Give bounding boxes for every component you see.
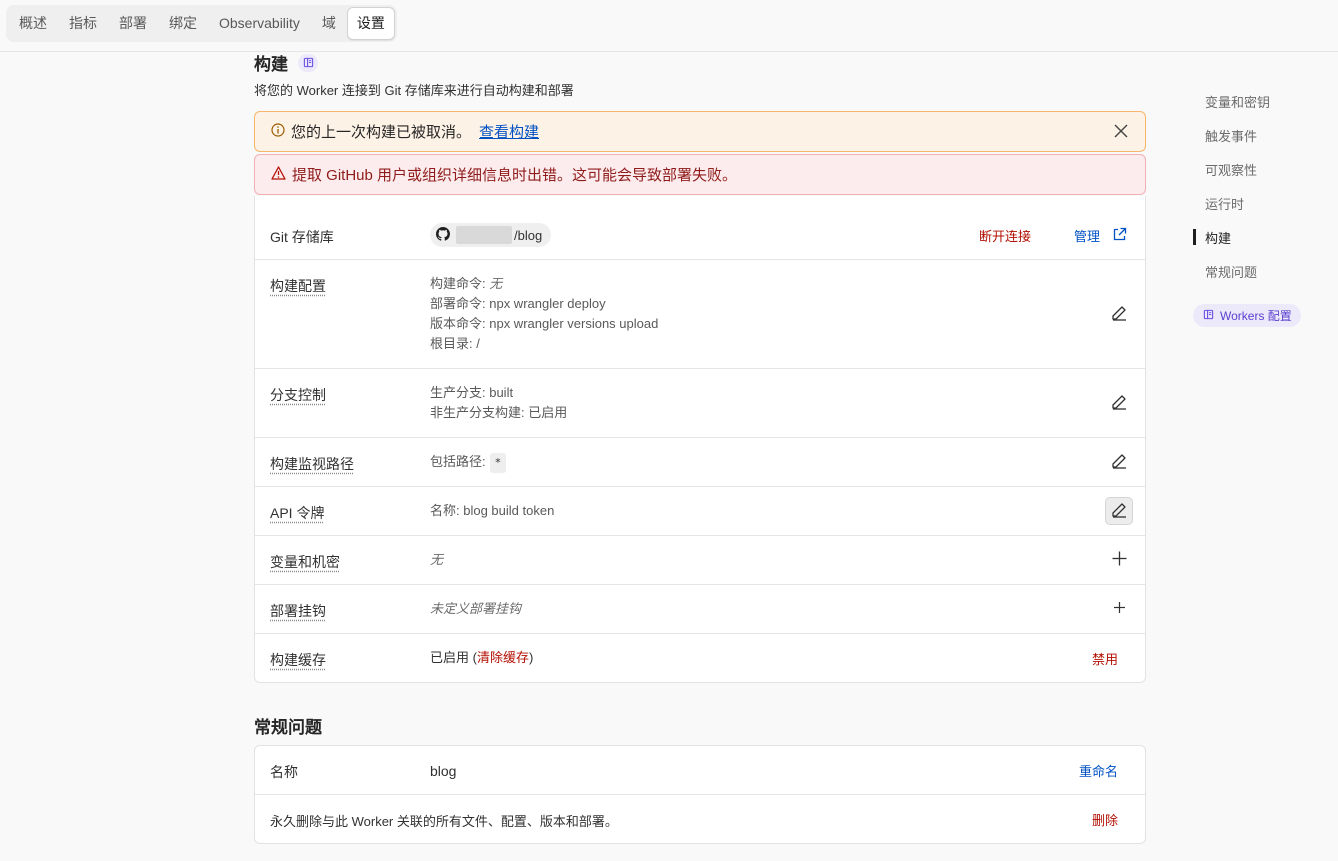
top-tab-bar: 概述 指标 部署 绑定 Observability 域 设置 (0, 0, 1338, 52)
nav-runtime[interactable]: 运行时 (1205, 194, 1244, 213)
branch-control-label[interactable]: 分支控制 (270, 385, 326, 405)
build-cache-label[interactable]: 构建缓存 (270, 650, 326, 670)
build-settings-card: Git 存储库 /blog 断开连接 管理 构建配置 构建命令: 无 部署命令:… (254, 196, 1146, 683)
github-icon (436, 226, 450, 244)
tab-bindings[interactable]: 绑定 (158, 7, 208, 40)
nav-build[interactable]: 构建 (1205, 228, 1231, 247)
disable-cache-button[interactable]: 禁用 (1092, 649, 1118, 668)
external-link-icon (1112, 227, 1127, 245)
repo-name: /blog (514, 227, 543, 243)
worker-name-value: blog (430, 763, 457, 779)
manage-link[interactable]: 管理 (1074, 226, 1127, 245)
worker-name-label: 名称 (270, 764, 298, 780)
tab-domains[interactable]: 域 (311, 7, 347, 40)
watch-paths-row: 构建监视路径 包括路径: * (255, 438, 1145, 487)
add-variable-button[interactable] (1105, 546, 1133, 574)
build-variables-value: 无 (430, 552, 444, 567)
nav-triggers[interactable]: 触发事件 (1205, 126, 1257, 145)
nav-general[interactable]: 常规问题 (1205, 262, 1257, 281)
tab-overview[interactable]: 概述 (8, 7, 58, 40)
build-title-text: 构建 (254, 55, 288, 74)
pencil-icon (1111, 501, 1128, 521)
plus-icon (1111, 550, 1128, 570)
nav-active-indicator (1193, 229, 1196, 245)
deploy-hooks-label[interactable]: 部署挂钩 (270, 601, 326, 621)
watch-paths-value: 包括路径: * (430, 452, 507, 473)
tab-metrics[interactable]: 指标 (58, 7, 108, 40)
delete-button[interactable]: 删除 (1092, 810, 1118, 829)
general-section-title: 常规问题 (254, 718, 322, 737)
redacted-owner (456, 226, 512, 244)
tab-settings[interactable]: 设置 (346, 7, 395, 40)
api-token-value: 名称: blog build token (430, 503, 555, 518)
view-build-link[interactable]: 查看构建 (479, 121, 539, 142)
build-section-title: 构建 (254, 50, 318, 75)
git-repo-label: Git 存储库 (270, 229, 334, 245)
build-config-row: 构建配置 构建命令: 无 部署命令: npx wrangler deploy 版… (255, 260, 1145, 369)
branch-control-values: 生产分支: built 非生产分支构建: 已启用 (430, 383, 567, 423)
github-error-alert: 提取 GitHub 用户或组织详细信息时出错。这可能会导致部署失败。 (254, 154, 1146, 195)
general-card: 名称 blog 重命名 永久删除与此 Worker 关联的所有文件、配置、版本和… (254, 745, 1146, 844)
pencil-icon (1111, 304, 1128, 324)
pencil-icon (1111, 393, 1128, 413)
build-command-line: 构建命令: 无 (430, 276, 503, 291)
git-repo-row: Git 存储库 /blog 断开连接 管理 (255, 196, 1145, 260)
deploy-hooks-row: 部署挂钩 未定义部署挂钩 (255, 585, 1145, 634)
edit-watch-paths-button[interactable] (1105, 448, 1133, 476)
worker-name-row: 名称 blog 重命名 (255, 746, 1145, 795)
info-icon (271, 122, 285, 141)
add-deploy-hook-button[interactable] (1105, 595, 1133, 623)
tab-list: 概述 指标 部署 绑定 Observability 域 设置 (6, 5, 397, 42)
version-command-line: 版本命令: npx wrangler versions upload (430, 316, 659, 331)
edit-api-token-button[interactable] (1105, 497, 1133, 525)
plus-icon (1113, 601, 1126, 617)
manage-label: 管理 (1074, 229, 1101, 244)
api-token-row: API 令牌 名称: blog build token (255, 487, 1145, 536)
edit-branch-control-button[interactable] (1105, 389, 1133, 417)
build-variables-row: 变量和机密 无 (255, 536, 1145, 585)
branch-control-row: 分支控制 生产分支: built 非生产分支构建: 已启用 (255, 369, 1145, 438)
docs-icon[interactable] (298, 53, 318, 72)
clear-cache-link[interactable]: 清除缓存 (477, 650, 529, 665)
delete-worker-text: 永久删除与此 Worker 关联的所有文件、配置、版本和部署。 (270, 814, 618, 829)
pencil-icon (1111, 452, 1128, 472)
api-token-label[interactable]: API 令牌 (270, 503, 324, 523)
repo-chip[interactable]: /blog (430, 223, 552, 247)
alert-error-text: 提取 GitHub 用户或组织详细信息时出错。这可能会导致部署失败。 (292, 167, 738, 184)
build-cancelled-alert: 您的上一次构建已被取消。 查看构建 (254, 111, 1146, 152)
root-dir-line: 根目录: / (430, 336, 480, 351)
nav-observability[interactable]: 可观察性 (1205, 160, 1257, 179)
build-description: 将您的 Worker 连接到 Git 存储库来进行自动构建和部署 (254, 83, 574, 98)
build-config-label[interactable]: 构建配置 (270, 276, 326, 296)
nonprod-branch-line: 非生产分支构建: 已启用 (430, 405, 568, 420)
watch-paths-label[interactable]: 构建监视路径 (270, 454, 354, 474)
tab-observability[interactable]: Observability (208, 7, 311, 40)
production-branch-line: 生产分支: built (430, 385, 514, 400)
workers-config-link[interactable]: Workers 配置 (1193, 304, 1301, 327)
build-cache-row: 构建缓存 已启用 (清除缓存) 禁用 (255, 634, 1145, 683)
docs-icon (1203, 309, 1214, 323)
disconnect-button[interactable]: 断开连接 (979, 226, 1031, 245)
edit-build-config-button[interactable] (1105, 300, 1133, 328)
alert-warning-text: 您的上一次构建已被取消。 (291, 124, 472, 141)
rename-button[interactable]: 重命名 (1079, 761, 1118, 780)
include-path-chip: * (489, 453, 507, 473)
delete-worker-row: 永久删除与此 Worker 关联的所有文件、配置、版本和部署。 删除 (255, 795, 1145, 844)
deploy-hooks-value: 未定义部署挂钩 (430, 601, 522, 616)
build-config-values: 构建命令: 无 部署命令: npx wrangler deploy 版本命令: … (430, 274, 658, 354)
tab-deployments[interactable]: 部署 (108, 7, 158, 40)
build-cache-value: 已启用 (清除缓存) (430, 650, 534, 665)
close-icon[interactable] (1113, 123, 1129, 143)
deploy-command-line: 部署命令: npx wrangler deploy (430, 296, 606, 311)
warning-triangle-icon (271, 165, 286, 184)
nav-variables-secrets[interactable]: 变量和密钥 (1205, 92, 1270, 111)
build-variables-label[interactable]: 变量和机密 (270, 552, 340, 572)
workers-config-label: Workers 配置 (1220, 309, 1292, 323)
